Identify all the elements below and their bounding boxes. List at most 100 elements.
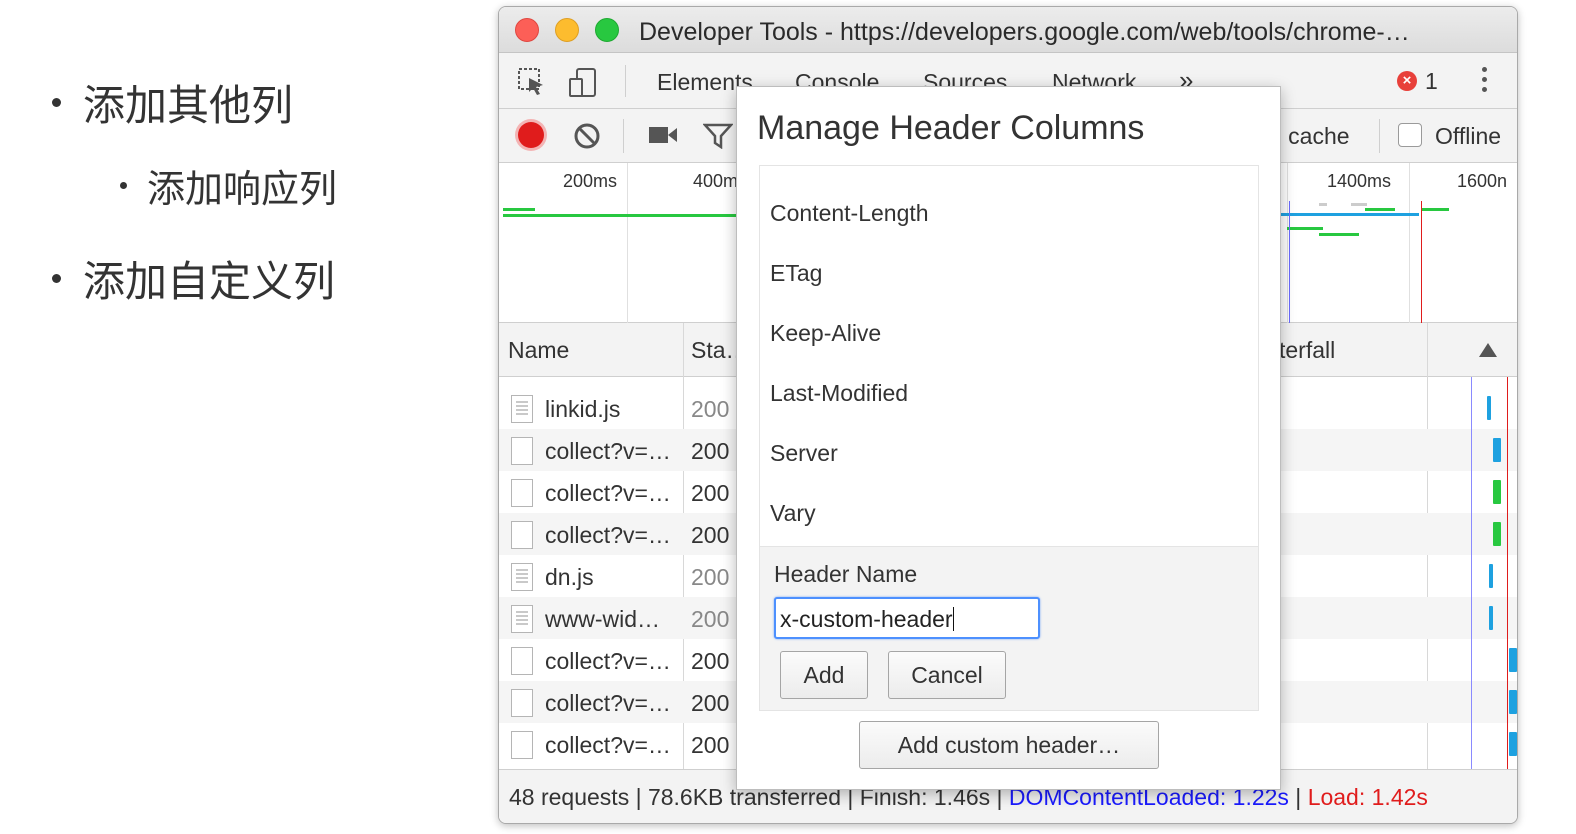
header-name-label: Header Name [774, 561, 918, 587]
clear-icon[interactable] [573, 122, 601, 150]
offline-checkbox[interactable] [1398, 123, 1422, 147]
document-file-icon [511, 731, 533, 759]
window-title: Developer Tools - https://developers.goo… [639, 18, 1410, 46]
disable-cache-label[interactable]: e cache [1269, 123, 1350, 150]
overview-tick: 400m [693, 171, 739, 191]
request-status: 200 [691, 564, 730, 590]
bullet-text: 添加响应列 [147, 167, 338, 211]
offline-label[interactable]: Offline [1435, 123, 1501, 150]
column-divider [1427, 323, 1428, 377]
waterfall-bar [1493, 522, 1501, 546]
bullet-dot [52, 274, 61, 283]
load-marker [1421, 201, 1422, 323]
overview-bar [1319, 233, 1359, 236]
dialog-title: Manage Header Columns [757, 109, 1145, 147]
list-item[interactable]: Last-Modified [770, 380, 908, 407]
overview-tick: 200ms [563, 171, 618, 191]
add-button[interactable]: Add [780, 651, 868, 699]
record-icon[interactable] [518, 122, 544, 148]
waterfall-bar [1489, 564, 1493, 588]
overview-bar [1351, 203, 1367, 206]
dom-content-loaded-marker [1289, 201, 1290, 323]
request-name: www-wid… [545, 606, 660, 632]
toolbar-divider [1379, 119, 1380, 153]
waterfall-bar [1493, 480, 1501, 504]
request-name: collect?v=… [545, 648, 671, 674]
overview-tick: 1600n [1457, 171, 1508, 191]
request-name: linkid.js [545, 396, 621, 422]
load-marker [1507, 377, 1508, 769]
header-name-input[interactable]: x-custom-header [774, 597, 1040, 639]
add-custom-header-button[interactable]: Add custom header… [859, 721, 1159, 769]
request-name: collect?v=… [545, 690, 671, 716]
request-name: collect?v=… [545, 522, 671, 548]
request-name: dn.js [545, 564, 594, 590]
request-status: 200 [691, 732, 730, 758]
title-bar: Developer Tools - https://developers.goo… [499, 7, 1517, 53]
zoom-window-button[interactable] [595, 18, 619, 42]
manage-header-columns-dialog: Manage Header Columns Content-Length ETa… [736, 86, 1281, 790]
more-options-icon[interactable] [1482, 67, 1488, 97]
column-name[interactable]: Name [508, 337, 569, 364]
status-separator: | [1288, 784, 1308, 810]
error-icon[interactable]: × [1397, 71, 1417, 91]
request-name: collect?v=… [545, 732, 671, 758]
waterfall-bar [1509, 690, 1517, 714]
header-column-list[interactable]: Content-Length ETag Keep-Alive Last-Modi… [759, 165, 1259, 711]
load-time: Load: 1.42s [1307, 784, 1428, 810]
filter-icon[interactable] [703, 123, 733, 149]
overview-gridline [1409, 163, 1410, 323]
request-name: collect?v=… [545, 480, 671, 506]
script-file-icon [511, 563, 533, 591]
request-status: 200 [691, 480, 730, 506]
overview-gridline [1287, 163, 1288, 323]
request-status: 200 [691, 438, 730, 464]
overview-bar [503, 214, 739, 217]
minimize-window-button[interactable] [555, 18, 579, 42]
waterfall-bar [1509, 648, 1517, 672]
overview-tick: 1400ms [1327, 171, 1392, 191]
request-status: 200 [691, 606, 730, 632]
bullet-text: 添加其他列 [83, 81, 294, 130]
toolbar-divider [623, 119, 624, 153]
waterfall-bar [1489, 606, 1493, 630]
request-name: collect?v=… [545, 438, 671, 464]
bullet-dot [120, 182, 127, 189]
list-item[interactable]: ETag [770, 260, 822, 287]
column-divider [683, 323, 684, 377]
screenshot-camera-icon[interactable] [649, 125, 677, 145]
request-status: 200 [691, 648, 730, 674]
custom-header-form: Header Name x-custom-header Add Cancel [760, 546, 1258, 710]
slide-bullet-1: 添加其他列 [52, 72, 293, 133]
cancel-button[interactable]: Cancel [888, 651, 1006, 699]
device-toolbar-icon[interactable] [567, 67, 601, 99]
error-count[interactable]: 1 [1425, 68, 1438, 95]
list-item[interactable]: Server [770, 440, 838, 467]
overview-bar [1287, 227, 1323, 230]
slide-bullet-2: 添加响应列 [120, 158, 337, 213]
list-item[interactable]: Content-Length [770, 200, 929, 227]
script-file-icon [511, 395, 533, 423]
document-file-icon [511, 437, 533, 465]
waterfall-bar [1487, 396, 1491, 420]
request-status: 200 [691, 522, 730, 548]
document-file-icon [511, 479, 533, 507]
header-name-value: x-custom-header [780, 606, 953, 632]
overview-bar [1365, 208, 1395, 211]
list-item[interactable]: Vary [770, 500, 816, 527]
overview-bar [503, 208, 535, 211]
overview-bar [1421, 208, 1449, 211]
overview-bar [1279, 213, 1419, 216]
column-waterfall[interactable]: terfall [1279, 337, 1335, 364]
request-status: 200 [691, 690, 730, 716]
request-status: 200 [691, 396, 730, 422]
inspect-element-icon[interactable] [517, 67, 547, 97]
document-file-icon [511, 647, 533, 675]
sort-ascending-icon[interactable] [1479, 343, 1497, 357]
text-caret [952, 607, 954, 631]
overview-bar [1319, 203, 1327, 206]
close-window-button[interactable] [515, 18, 539, 42]
list-item[interactable]: Keep-Alive [770, 320, 881, 347]
waterfall-bar [1509, 732, 1517, 756]
toolbar-divider [625, 65, 626, 97]
